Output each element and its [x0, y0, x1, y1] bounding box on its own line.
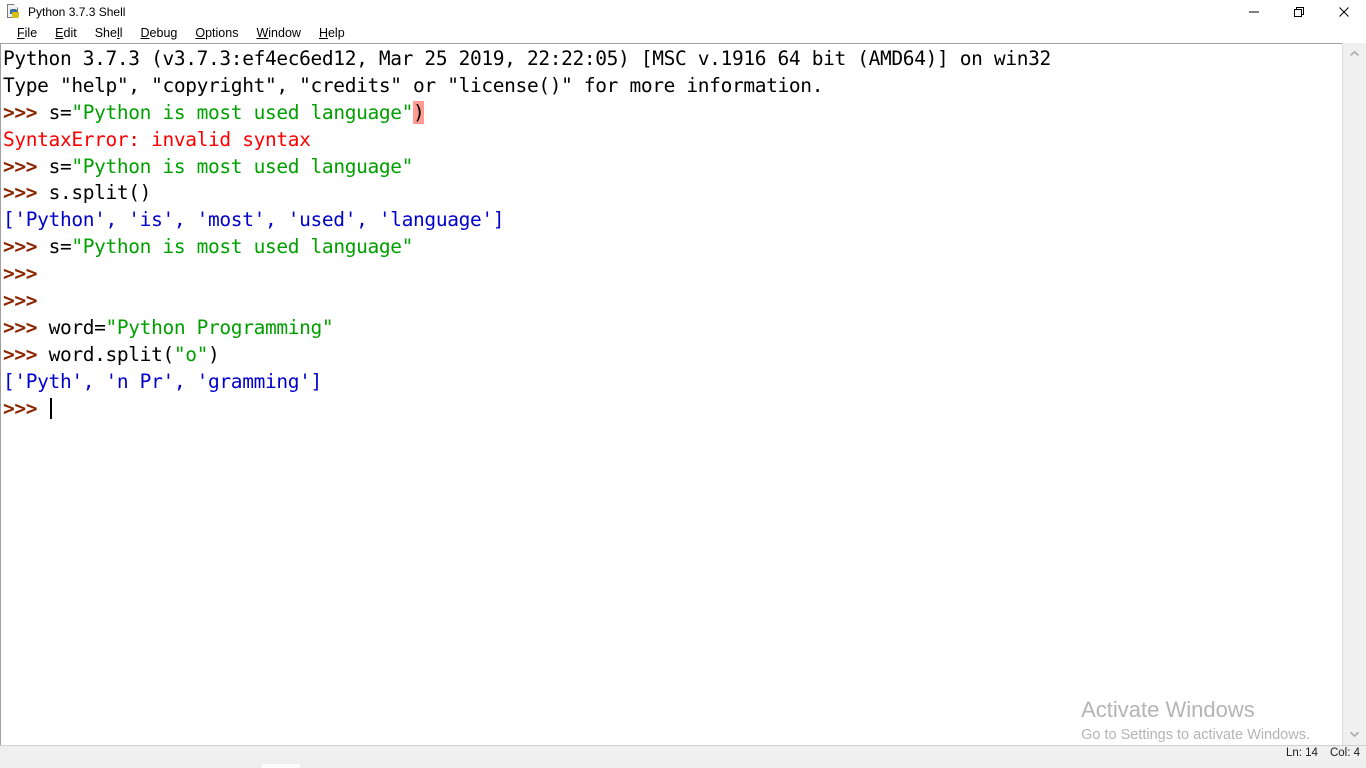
- menu-item-edit[interactable]: Edit: [46, 24, 86, 43]
- console-span-output: ['Python', 'is', 'most', 'used', 'langua…: [3, 208, 505, 232]
- scroll-down-button[interactable]: [1343, 723, 1366, 745]
- console-span-string: "Python Programming": [105, 315, 334, 339]
- console-span-prompt: >>>: [3, 100, 49, 124]
- console-span-error: SyntaxError: invalid syntax: [3, 127, 311, 151]
- console-span-prompt: >>>: [3, 235, 49, 259]
- console-span-prompt: >>>: [3, 289, 49, 313]
- menu-item-window[interactable]: Window: [247, 24, 309, 43]
- console-span-default: s=: [48, 100, 72, 124]
- console-span-default: Type "help", "copyright", "credits" or "…: [3, 73, 824, 97]
- status-line-number: Ln: 14: [1285, 747, 1318, 759]
- title-bar: Python 3.7.3 Shell: [0, 0, 1366, 24]
- menu-item-debug[interactable]: Debug: [132, 24, 187, 43]
- console-span-default: word.split(: [48, 342, 175, 366]
- console-line: >>> s="Python is most used language": [3, 234, 1340, 261]
- console-span-default: word=: [48, 315, 106, 339]
- vertical-scrollbar[interactable]: [1342, 43, 1366, 745]
- text-caret: [49, 397, 52, 419]
- console-span-default: s=: [48, 154, 72, 178]
- restore-icon: [1293, 7, 1304, 17]
- minimize-button[interactable]: [1231, 0, 1276, 24]
- idle-python-icon: [6, 4, 22, 20]
- console-line: Type "help", "copyright", "credits" or "…: [3, 73, 1340, 100]
- console-span-string: "Python is most used language": [71, 235, 414, 259]
- restore-button[interactable]: [1276, 0, 1321, 24]
- console-span-default: ): [208, 342, 220, 366]
- console-span-prompt: >>>: [3, 262, 49, 286]
- scroll-up-button[interactable]: [1343, 43, 1366, 65]
- console-span-string: "Python is most used language": [71, 100, 414, 124]
- console-line: ['Pyth', 'n Pr', 'gramming']: [3, 369, 1340, 396]
- window-controls: [1231, 0, 1366, 24]
- console-line: SyntaxError: invalid syntax: [3, 127, 1340, 154]
- chevron-down-icon: [1349, 731, 1360, 738]
- menu-bar: File Edit Shell Debug Options Window Help: [0, 24, 1366, 43]
- console-line: >>>: [3, 396, 1340, 423]
- console-span-default: s.split(): [48, 181, 152, 205]
- console-span-prompt: >>>: [3, 181, 49, 205]
- console-line: >>> s="Python is most used language": [3, 154, 1340, 181]
- console-span-prompt: >>>: [3, 154, 49, 178]
- console-output[interactable]: Python 3.7.3 (v3.7.3:ef4ec6ed12, Mar 25 …: [3, 46, 1340, 742]
- console-line: >>> s.split(): [3, 180, 1340, 207]
- taskbar: [0, 760, 1366, 768]
- console-line: >>> s="Python is most used language"): [3, 100, 1340, 127]
- shell-text-area[interactable]: Python 3.7.3 (v3.7.3:ef4ec6ed12, Mar 25 …: [0, 43, 1366, 745]
- menu-item-file[interactable]: File: [8, 24, 46, 43]
- taskbar-segment: [262, 764, 300, 768]
- console-line: >>> word.split("o"): [3, 342, 1340, 369]
- console-span-hl: ): [413, 100, 425, 124]
- close-icon: [1338, 7, 1349, 17]
- console-line: >>>: [3, 288, 1340, 315]
- minimize-icon: [1248, 11, 1259, 13]
- console-span-prompt: >>>: [3, 396, 49, 420]
- status-bar: Ln: 14 Col: 4: [0, 745, 1366, 760]
- console-line: >>>: [3, 261, 1340, 288]
- console-line: ['Python', 'is', 'most', 'used', 'langua…: [3, 207, 1340, 234]
- console-span-prompt: >>>: [3, 342, 49, 366]
- menu-item-shell[interactable]: Shell: [86, 24, 132, 43]
- console-span-string: "o": [173, 342, 209, 366]
- console-span-default: Python 3.7.3 (v3.7.3:ef4ec6ed12, Mar 25 …: [3, 47, 1051, 70]
- idle-shell-window: Python 3.7.3 Shell File Edit Shell Debug…: [0, 0, 1366, 768]
- console-span-default: s=: [48, 235, 72, 259]
- close-button[interactable]: [1321, 0, 1366, 24]
- chevron-up-icon: [1349, 50, 1360, 57]
- console-span-prompt: >>>: [3, 315, 49, 339]
- console-line: Python 3.7.3 (v3.7.3:ef4ec6ed12, Mar 25 …: [3, 46, 1340, 73]
- menu-item-options[interactable]: Options: [186, 24, 247, 43]
- console-line: >>> word="Python Programming": [3, 315, 1340, 342]
- console-span-output: ['Pyth', 'n Pr', 'gramming']: [3, 369, 322, 393]
- status-column-number: Col: 4: [1329, 747, 1360, 759]
- window-title: Python 3.7.3 Shell: [28, 5, 126, 19]
- menu-item-help[interactable]: Help: [310, 24, 354, 43]
- console-span-string: "Python is most used language": [71, 154, 414, 178]
